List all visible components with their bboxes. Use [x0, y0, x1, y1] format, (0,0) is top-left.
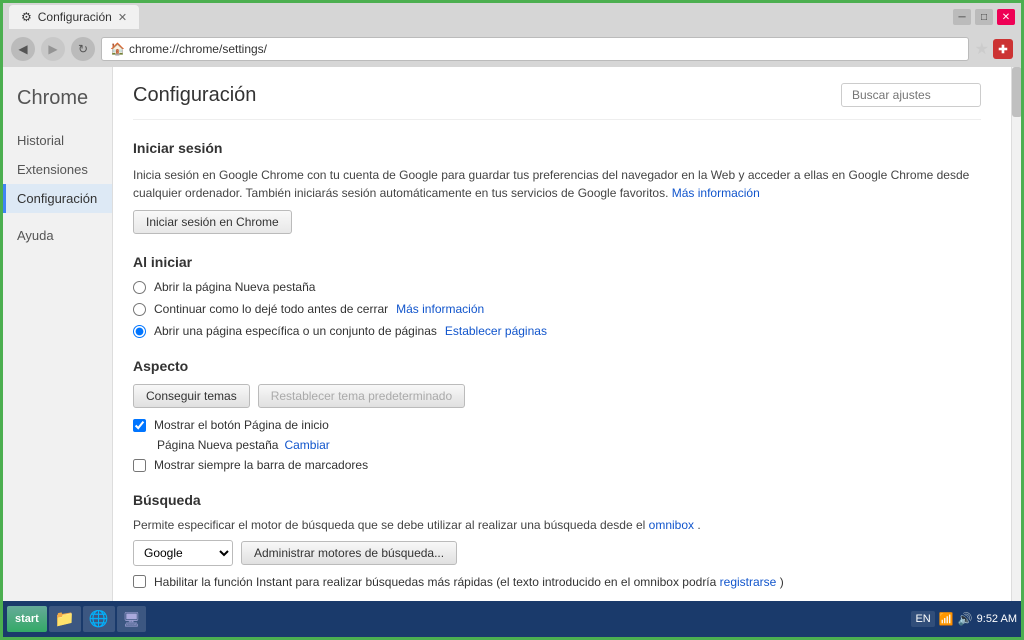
- extension-button[interactable]: ✚: [993, 39, 1013, 59]
- search-description: Permite especificar el motor de búsqueda…: [133, 518, 981, 532]
- show-home-button-item: Mostrar el botón Página de inicio: [133, 418, 981, 432]
- show-bookmarks-item: Mostrar siempre la barra de marcadores: [133, 458, 981, 472]
- window-controls: ─ □ ✕: [953, 9, 1015, 25]
- forward-button[interactable]: ▶: [41, 37, 65, 61]
- sidebar-item-ayuda[interactable]: Ayuda: [3, 221, 112, 250]
- sidebar-logo: Chrome: [3, 79, 112, 126]
- url-text: chrome://chrome/settings/: [129, 42, 267, 56]
- chrome-icon: 🌐: [89, 609, 109, 629]
- page-title: Configuración: [133, 84, 256, 107]
- sidebar-item-extensiones[interactable]: Extensiones: [3, 155, 112, 184]
- scrollbar-track[interactable]: [1011, 67, 1021, 601]
- instant-search-item: Habilitar la función Instant para realiz…: [133, 574, 981, 591]
- theme-buttons: Conseguir temas Restablecer tema predete…: [133, 384, 981, 408]
- get-themes-button[interactable]: Conseguir temas: [133, 384, 250, 408]
- minimize-button[interactable]: ─: [953, 9, 971, 25]
- sidebar-item-historial[interactable]: Historial: [3, 126, 112, 155]
- url-input[interactable]: 🏠 chrome://chrome/settings/: [101, 37, 969, 61]
- search-section: Búsqueda Permite especificar el motor de…: [133, 492, 981, 591]
- show-bookmarks-checkbox[interactable]: [133, 459, 146, 472]
- bookmark-star-icon[interactable]: ★: [975, 39, 989, 59]
- close-button[interactable]: ✕: [997, 9, 1015, 25]
- home-page-change-link[interactable]: Cambiar: [284, 438, 329, 452]
- browser-tab[interactable]: ⚙ Configuración ✕: [9, 5, 139, 29]
- taskbar: start 📁 🌐 🖥 EN 📶 🔊 9:52 AM: [3, 601, 1021, 637]
- tab-close-button[interactable]: ✕: [118, 11, 127, 24]
- startup-specific-link[interactable]: Establecer páginas: [445, 324, 547, 338]
- reload-button[interactable]: ↻: [71, 37, 95, 61]
- scrollbar-thumb[interactable]: [1012, 67, 1021, 117]
- taskbar-chrome[interactable]: 🌐: [83, 606, 115, 632]
- signin-description: Inicia sesión en Google Chrome con tu cu…: [133, 166, 981, 202]
- maximize-button[interactable]: □: [975, 9, 993, 25]
- address-bar-right: ★ ✚: [975, 39, 1013, 59]
- home-page-row: Página Nueva pestaña Cambiar: [133, 438, 981, 452]
- show-home-button-checkbox[interactable]: [133, 419, 146, 432]
- startup-section: Al iniciar Abrir la página Nueva pestaña…: [133, 254, 981, 338]
- taskbar-settings[interactable]: 🖥: [117, 606, 147, 632]
- settings-area: Configuración Iniciar sesión Inicia sesi…: [113, 67, 1011, 601]
- settings-icon: 🖥: [123, 611, 141, 628]
- search-input[interactable]: [841, 83, 981, 107]
- taskbar-explorer[interactable]: 📁: [49, 606, 81, 632]
- tab-favicon: ⚙: [21, 10, 32, 24]
- register-link[interactable]: registrarse: [720, 575, 777, 589]
- startup-options: Abrir la página Nueva pestaña Continuar …: [133, 280, 981, 338]
- startup-radio-new-tab[interactable]: [133, 281, 146, 294]
- startup-radio-specific[interactable]: [133, 325, 146, 338]
- lock-icon: 🏠: [110, 42, 125, 56]
- signin-section-title: Iniciar sesión: [133, 140, 981, 156]
- startup-option-specific: Abrir una página específica o un conjunt…: [133, 324, 981, 338]
- instant-search-checkbox[interactable]: [133, 575, 146, 588]
- manage-engines-button[interactable]: Administrar motores de búsqueda...: [241, 541, 457, 565]
- sidebar: Chrome Historial Extensiones Configuraci…: [3, 67, 113, 601]
- appearance-section: Aspecto Conseguir temas Restablecer tema…: [133, 358, 981, 472]
- startup-option-continue: Continuar como lo dejé todo antes de cer…: [133, 302, 981, 316]
- startup-section-title: Al iniciar: [133, 254, 981, 270]
- search-engine-row: Google Administrar motores de búsqueda..…: [133, 540, 981, 566]
- back-button[interactable]: ◀: [11, 37, 35, 61]
- network-icon: 📶: [939, 612, 954, 626]
- startup-continue-link[interactable]: Más información: [396, 302, 484, 316]
- search-engine-select[interactable]: Google: [133, 540, 233, 566]
- settings-header: Configuración: [133, 67, 981, 120]
- signin-section: Iniciar sesión Inicia sesión en Google C…: [133, 140, 981, 234]
- address-bar: ◀ ▶ ↻ 🏠 chrome://chrome/settings/ ★ ✚: [3, 31, 1021, 67]
- volume-icon: 🔊: [958, 612, 973, 626]
- appearance-section-title: Aspecto: [133, 358, 981, 374]
- startup-option-new-tab: Abrir la página Nueva pestaña: [133, 280, 981, 294]
- sidebar-item-configuracion[interactable]: Configuración: [3, 184, 112, 213]
- system-clock: 9:52 AM: [977, 613, 1017, 625]
- signin-more-info-link[interactable]: Más información: [672, 186, 760, 200]
- start-button[interactable]: start: [7, 606, 47, 632]
- startup-radio-continue[interactable]: [133, 303, 146, 316]
- taskbar-right: EN 📶 🔊 9:52 AM: [911, 611, 1017, 627]
- signin-button[interactable]: Iniciar sesión en Chrome: [133, 210, 292, 234]
- explorer-icon: 📁: [55, 609, 75, 629]
- reset-theme-button[interactable]: Restablecer tema predeterminado: [258, 384, 465, 408]
- search-section-title: Búsqueda: [133, 492, 981, 508]
- tab-title: Configuración: [38, 10, 112, 24]
- language-indicator: EN: [911, 611, 934, 627]
- omnibox-link[interactable]: omnibox: [649, 518, 694, 532]
